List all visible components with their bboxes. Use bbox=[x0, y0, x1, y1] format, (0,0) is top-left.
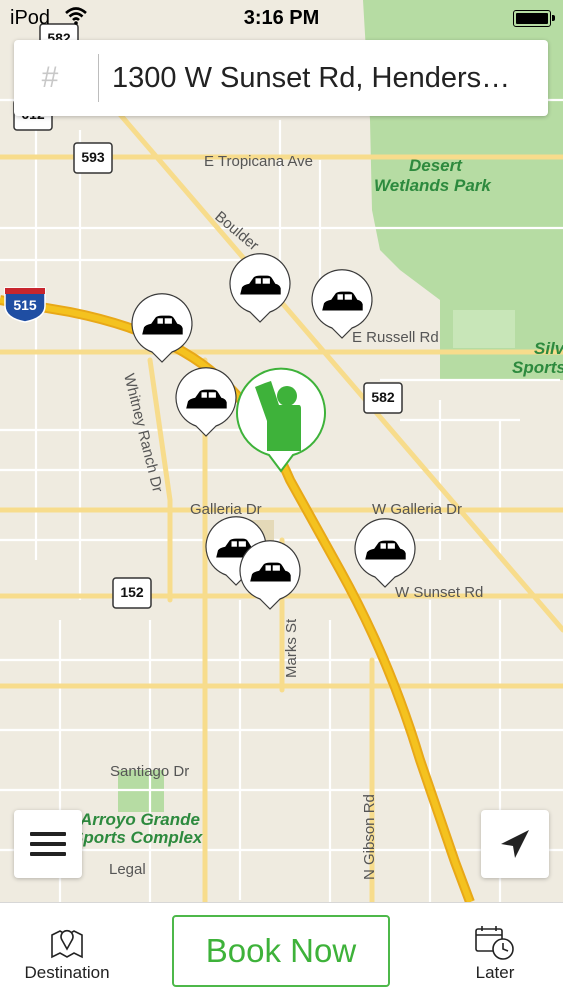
svg-text:582: 582 bbox=[371, 389, 395, 405]
park-patch bbox=[453, 310, 515, 348]
label-legal[interactable]: Legal bbox=[109, 861, 146, 878]
label-desert-park-2: Wetlands Park bbox=[374, 176, 492, 195]
status-time: 3:16 PM bbox=[243, 7, 320, 29]
map-view[interactable]: E Tropicana Ave Boulder E Russell Rd Whi… bbox=[0, 0, 563, 902]
location-arrow-icon bbox=[501, 830, 529, 858]
label-silv-2: Sports bbox=[512, 358, 563, 377]
destination-tab[interactable]: Destination bbox=[12, 903, 122, 1001]
destination-label: Destination bbox=[24, 963, 110, 982]
label-desert-park-1: Desert bbox=[409, 156, 463, 175]
battery-icon bbox=[513, 10, 555, 27]
state-route-152-shield: 152 bbox=[112, 577, 152, 609]
status-bar: iPod 3:16 PM bbox=[0, 0, 563, 36]
locate-me-button[interactable] bbox=[481, 810, 549, 878]
label-gibson: N Gibson Rd bbox=[361, 794, 378, 880]
bottom-action-bar: Destination Book Now Later bbox=[0, 902, 563, 1001]
later-tab[interactable]: Later bbox=[440, 903, 550, 1001]
later-label: Later bbox=[475, 963, 515, 982]
label-arroyo-1: Arroyo Grande bbox=[79, 810, 200, 829]
search-separator bbox=[98, 54, 99, 102]
svg-text:152: 152 bbox=[120, 584, 144, 600]
label-w-galleria: W Galleria Dr bbox=[372, 501, 462, 518]
label-marks: Marks St bbox=[283, 618, 300, 678]
label-silv-1: Silv bbox=[534, 339, 563, 358]
destination-search-bar[interactable]: # 1300 W Sunset Rd, Henders… bbox=[14, 40, 548, 116]
interstate-515-shield: 515 bbox=[4, 287, 46, 323]
svg-text:515: 515 bbox=[13, 297, 37, 313]
label-russell: E Russell Rd bbox=[352, 329, 439, 346]
label-santiago: Santiago Dr bbox=[110, 763, 189, 780]
state-route-582-shield: 582 bbox=[363, 382, 403, 414]
label-tropicana: E Tropicana Ave bbox=[204, 153, 313, 170]
menu-button[interactable] bbox=[14, 810, 82, 878]
label-w-sunset: W Sunset Rd bbox=[395, 584, 483, 601]
label-galleria: Galleria Dr bbox=[190, 501, 262, 518]
hash-icon: # bbox=[41, 61, 59, 94]
hamburger-icon bbox=[30, 832, 66, 856]
book-now-button[interactable]: Book Now bbox=[172, 915, 390, 987]
svg-text:593: 593 bbox=[81, 149, 105, 165]
map-pin-icon bbox=[51, 929, 83, 959]
calendar-clock-icon bbox=[475, 926, 514, 960]
label-arroyo-2: Sports Complex bbox=[72, 828, 204, 847]
pickup-address-field[interactable]: 1300 W Sunset Rd, Henders… bbox=[112, 40, 540, 116]
state-route-593-shield: 593 bbox=[73, 142, 113, 174]
